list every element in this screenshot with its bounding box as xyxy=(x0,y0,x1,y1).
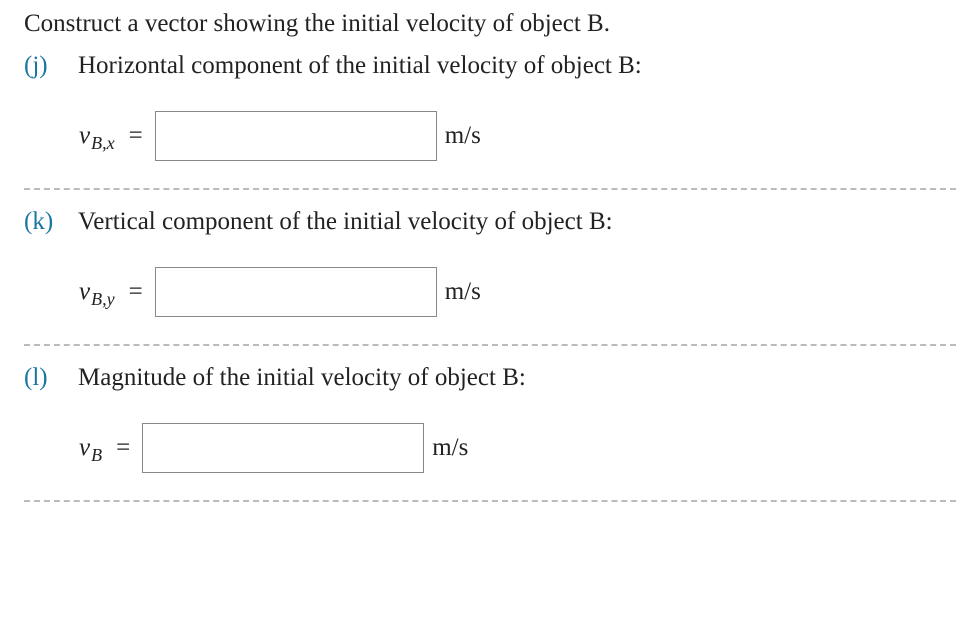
divider xyxy=(24,188,956,190)
question-j: (j) Horizontal component of the initial … xyxy=(24,52,956,164)
variable-vby: v B,y xyxy=(79,278,115,306)
question-k-header: (k) Vertical component of the initial ve… xyxy=(24,208,956,236)
question-k: (k) Vertical component of the initial ve… xyxy=(24,208,956,320)
question-k-text: Vertical component of the initial veloci… xyxy=(78,208,613,236)
unit-ms: m/s xyxy=(432,434,468,462)
question-l-equation: v B = m/s xyxy=(24,420,956,476)
question-k-equation: v B,y = m/s xyxy=(24,264,956,320)
question-j-text: Horizontal component of the initial velo… xyxy=(78,52,642,80)
variable-vbx: v B,x xyxy=(79,122,115,150)
equals-sign: = xyxy=(129,122,143,150)
equals-sign: = xyxy=(129,278,143,306)
equals-sign: = xyxy=(116,434,130,462)
divider xyxy=(24,344,956,346)
question-l-text: Magnitude of the initial velocity of obj… xyxy=(78,364,526,392)
unit-ms: m/s xyxy=(445,278,481,306)
question-j-equation: v B,x = m/s xyxy=(24,108,956,164)
input-vb[interactable] xyxy=(142,423,424,473)
question-l-label: (l) xyxy=(24,364,66,392)
question-k-label: (k) xyxy=(24,208,66,236)
input-vbx[interactable] xyxy=(155,111,437,161)
intro-text: Construct a vector showing the initial v… xyxy=(24,10,956,38)
question-l-header: (l) Magnitude of the initial velocity of… xyxy=(24,364,956,392)
question-j-label: (j) xyxy=(24,52,66,80)
variable-sub: B,x xyxy=(91,133,114,154)
variable-main: v xyxy=(79,434,90,462)
question-j-header: (j) Horizontal component of the initial … xyxy=(24,52,956,80)
divider xyxy=(24,500,956,502)
variable-sub: B,y xyxy=(91,289,114,310)
question-l: (l) Magnitude of the initial velocity of… xyxy=(24,364,956,476)
variable-vb: v B xyxy=(79,434,102,462)
variable-main: v xyxy=(79,278,90,306)
unit-ms: m/s xyxy=(445,122,481,150)
variable-sub: B xyxy=(91,445,102,466)
input-vby[interactable] xyxy=(155,267,437,317)
variable-main: v xyxy=(79,122,90,150)
